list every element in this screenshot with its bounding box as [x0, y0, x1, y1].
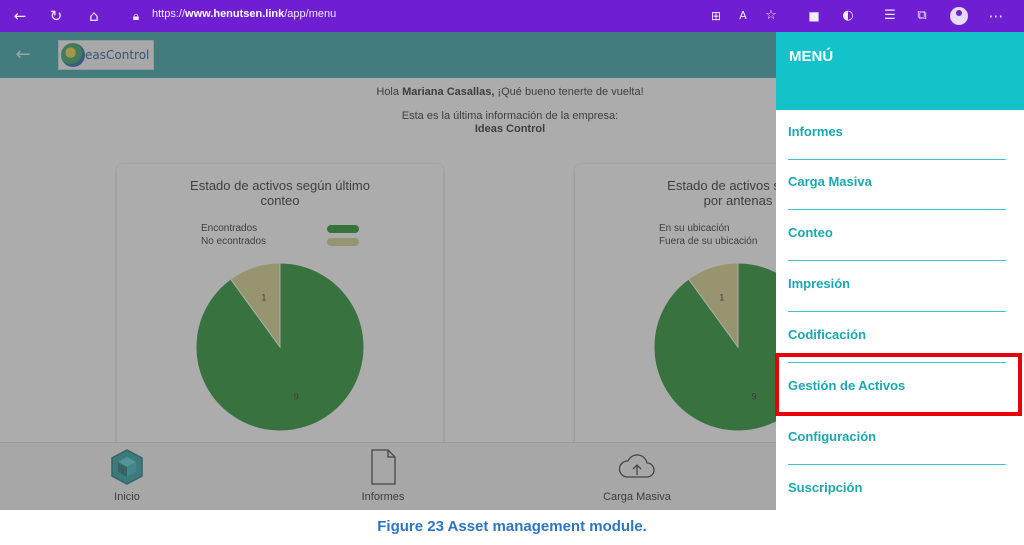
url-text: https://www.henutsen.link/app/menu	[152, 8, 337, 20]
split-screen-icon[interactable]: ◐	[838, 6, 858, 26]
app-grid-icon[interactable]: ⊞	[706, 6, 726, 26]
favorites-icon[interactable]: ☰	[880, 6, 900, 26]
figure-caption: Figure 23 Asset management module.	[377, 518, 647, 535]
more-options-icon[interactable]: ⋯	[986, 6, 1006, 26]
highlight-box	[775, 353, 1022, 416]
lock-icon: 🔒︎	[132, 9, 140, 23]
modal-overlay[interactable]	[0, 32, 776, 510]
refresh-icon[interactable]: ↻	[46, 6, 66, 26]
menu-header: MENÚ	[776, 32, 1024, 110]
menu-item-impresion[interactable]: Impresión	[788, 262, 1006, 312]
menu-item-label: Informes	[788, 124, 843, 139]
menu-item-label: Carga Masiva	[788, 174, 872, 189]
menu-title: MENÚ	[789, 48, 834, 65]
side-menu: MENÚ Informes Carga Masiva Conteo Impres…	[776, 32, 1024, 510]
menu-item-carga-masiva[interactable]: Carga Masiva	[788, 160, 1006, 210]
menu-item-conteo[interactable]: Conteo	[788, 211, 1006, 261]
menu-item-informes[interactable]: Informes	[788, 110, 1006, 160]
favorite-star-icon[interactable]: ☆	[761, 6, 781, 26]
menu-item-label: Suscripción	[788, 480, 863, 495]
menu-item-label: Configuración	[788, 429, 877, 444]
browser-toolbar: ← ↻ ⌂ 🔒︎ https://www.henutsen.link/app/m…	[0, 0, 1024, 32]
menu-item-label: Codificación	[788, 327, 867, 342]
menu-item-label: Conteo	[788, 225, 833, 240]
collections-icon[interactable]: ⧉	[912, 6, 932, 26]
screenshot: ← ↻ ⌂ 🔒︎ https://www.henutsen.link/app/m…	[0, 0, 1024, 545]
address-bar[interactable]: 🔒︎ https://www.henutsen.link/app/menu	[120, 5, 780, 27]
read-aloud-icon[interactable]: A	[733, 6, 753, 26]
home-icon[interactable]: ⌂	[84, 6, 104, 26]
menu-item-suscripcion[interactable]: Suscripción	[788, 466, 1006, 516]
profile-avatar[interactable]	[950, 7, 968, 25]
menu-item-label: Impresión	[788, 276, 851, 291]
extension-icon[interactable]: ■	[804, 6, 824, 26]
menu-item-configuracion[interactable]: Configuración	[788, 415, 1006, 465]
back-icon[interactable]: ←	[10, 6, 30, 26]
